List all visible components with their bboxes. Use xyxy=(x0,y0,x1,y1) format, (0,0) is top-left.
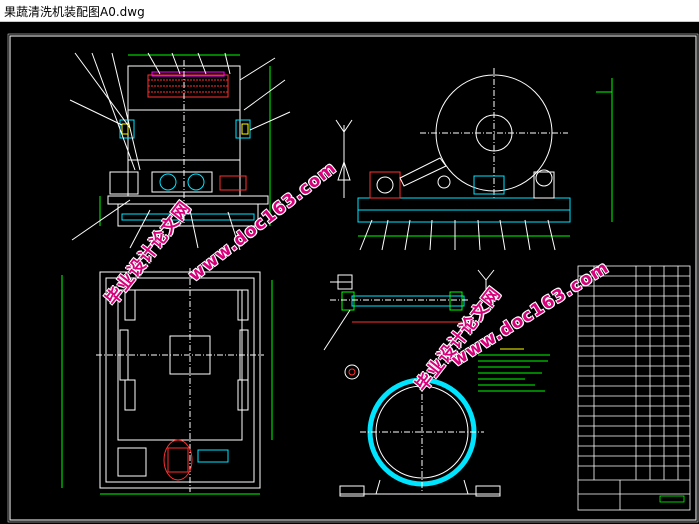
plan-view xyxy=(61,268,273,495)
tech-notes xyxy=(478,348,550,392)
drawing-canvas[interactable]: 毕业设计论文网 www.doc163.com 毕业设计论文网 www.doc16… xyxy=(0,22,699,524)
parts-list xyxy=(577,265,691,511)
title-bar: 果蔬清洗机装配图A0.dwg xyxy=(0,0,699,22)
window-title: 果蔬清洗机装配图A0.dwg xyxy=(4,5,145,19)
side-view xyxy=(335,68,613,251)
